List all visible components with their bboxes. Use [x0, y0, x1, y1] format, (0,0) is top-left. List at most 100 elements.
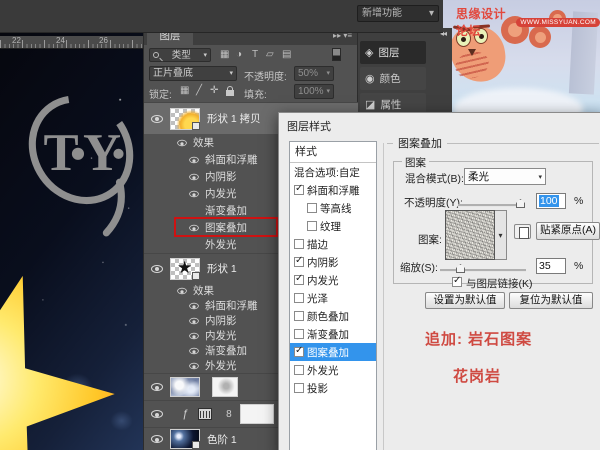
pattern-picker-arrow[interactable]: ▾: [495, 210, 507, 260]
horizontal-ruler: 22 24 26: [0, 36, 143, 49]
opacity-slider[interactable]: [458, 204, 524, 207]
workspace-switcher[interactable]: 新增功能 ▾: [357, 5, 439, 22]
layer-mask-thumbnail[interactable]: [240, 404, 274, 424]
style-item-pattern-overlay[interactable]: 图案叠加: [290, 343, 376, 361]
eye-icon[interactable]: [151, 115, 163, 123]
effect-label: 内阴影: [205, 313, 237, 328]
dock-button-layers[interactable]: ◈ 图层: [360, 41, 426, 64]
checkbox[interactable]: [294, 239, 304, 249]
filter-smartobject-icon[interactable]: ▤: [282, 49, 291, 60]
dock-button-color[interactable]: ◉ 颜色: [360, 67, 426, 90]
layer-thumbnail[interactable]: [170, 429, 200, 449]
style-item-color-overlay[interactable]: 颜色叠加: [290, 307, 376, 325]
checkbox[interactable]: [307, 221, 317, 231]
layer-mask-thumbnail[interactable]: [212, 377, 238, 397]
eye-icon[interactable]: [189, 173, 199, 179]
tutorial-annotation-1: 追加: 岩石图案: [425, 328, 532, 349]
levels-adjustment-icon[interactable]: [198, 408, 212, 420]
properties-icon: ◪: [365, 98, 375, 111]
opacity-slider-thumb[interactable]: [516, 199, 525, 208]
style-item-bevel[interactable]: 斜面和浮雕: [290, 181, 376, 199]
checkbox[interactable]: [294, 365, 304, 375]
cloud-shape: [453, 88, 583, 114]
opacity-label: 不透明度:: [244, 68, 287, 83]
eye-icon[interactable]: [151, 410, 163, 418]
link-with-layer-label: 与图层链接(K): [466, 276, 533, 291]
eye-icon[interactable]: [189, 317, 199, 323]
blend-mode-select[interactable]: 正片叠底 ▾: [149, 66, 237, 81]
snap-to-origin-button[interactable]: 贴紧原点(A): [536, 222, 600, 240]
lock-pixels-icon[interactable]: ╱: [196, 85, 202, 96]
checkbox[interactable]: [294, 383, 304, 393]
fill-value[interactable]: 100% ▾: [294, 84, 334, 99]
checkbox[interactable]: [294, 257, 304, 267]
chevron-down-icon: ▾: [429, 6, 434, 21]
style-item-texture[interactable]: 纹理: [290, 217, 376, 235]
scale-field[interactable]: 35: [536, 258, 566, 274]
eye-icon[interactable]: [151, 435, 163, 443]
group-title: 图案叠加: [387, 135, 599, 151]
layer-filter-combo[interactable]: 类型 ▾: [149, 48, 211, 62]
set-default-button[interactable]: 设置为默认值: [425, 292, 505, 309]
style-item-outer-glow[interactable]: 外发光: [290, 361, 376, 379]
lock-transparency-icon[interactable]: ▦: [180, 85, 189, 96]
checkbox[interactable]: [307, 203, 317, 213]
style-item-gradient-overlay[interactable]: 渐变叠加: [290, 325, 376, 343]
eye-icon[interactable]: [177, 287, 187, 293]
eye-icon[interactable]: [189, 190, 199, 196]
eye-icon[interactable]: [189, 156, 199, 162]
filter-toggle-icon[interactable]: [332, 48, 341, 61]
checkbox[interactable]: [294, 329, 304, 339]
style-item-stroke[interactable]: 描边: [290, 235, 376, 253]
checkbox[interactable]: [294, 311, 304, 321]
opacity-field[interactable]: 100: [536, 193, 566, 209]
style-item-inner-shadow[interactable]: 内阴影: [290, 253, 376, 271]
lock-all-icon[interactable]: [226, 90, 234, 96]
styles-listbox: 样式 混合选项:自定 斜面和浮雕 等高线 纹理 描边 内阴影: [289, 141, 377, 450]
chevron-down-icon: ▾: [229, 67, 233, 80]
scale-label: 缩放(S):: [400, 260, 438, 275]
filter-adjustment-icon[interactable]: ◑: [236, 49, 242, 60]
eye-icon[interactable]: [151, 383, 163, 391]
style-item-satin[interactable]: 光泽: [290, 289, 376, 307]
style-item-inner-glow[interactable]: 内发光: [290, 271, 376, 289]
style-item-drop-shadow[interactable]: 投影: [290, 379, 376, 397]
chevron-down-icon: ▾: [203, 49, 207, 62]
opacity-value[interactable]: 50% ▾: [294, 66, 334, 81]
eye-icon[interactable]: [189, 302, 199, 308]
checkbox[interactable]: [294, 293, 304, 303]
divider: [383, 143, 384, 450]
scale-slider-thumb[interactable]: [456, 264, 465, 273]
layer-thumbnail[interactable]: [170, 108, 200, 130]
layer-thumbnail[interactable]: [170, 377, 200, 397]
layer-thumbnail[interactable]: [170, 258, 200, 280]
blend-mode-select[interactable]: 柔光 ▾: [464, 168, 546, 185]
checkbox[interactable]: [294, 185, 304, 195]
eye-icon[interactable]: [189, 347, 199, 353]
new-pattern-button[interactable]: [514, 224, 531, 239]
dialog-title: 图层样式: [287, 118, 331, 134]
scale-slider[interactable]: [440, 269, 526, 272]
photoshop-window: 新增功能 ▾ 22 24 26 T Y: [0, 0, 600, 450]
lock-position-icon[interactable]: ✛: [210, 85, 218, 96]
filter-shape-icon[interactable]: ▱: [266, 49, 274, 60]
layer-name: 色阶 1: [207, 432, 237, 447]
layer-style-dialog: 图层样式 样式 混合选项:自定 斜面和浮雕 等高线 纹理 描边: [278, 112, 600, 450]
eye-icon[interactable]: [189, 332, 199, 338]
color-icon: ◉: [365, 72, 375, 85]
style-item-contour[interactable]: 等高线: [290, 199, 376, 217]
style-item-blending-options[interactable]: 混合选项:自定: [290, 163, 376, 181]
link-with-layer-checkbox[interactable]: [452, 277, 462, 287]
pattern-thumbnail[interactable]: [445, 210, 495, 260]
eye-icon[interactable]: [177, 139, 187, 145]
filter-pixel-icon[interactable]: ▦: [220, 49, 229, 60]
eye-icon[interactable]: [189, 362, 199, 368]
watermark-site-name: 思缘设计论坛: [456, 5, 513, 39]
checkbox[interactable]: [294, 347, 304, 357]
filter-type-icon[interactable]: T: [252, 49, 258, 60]
eye-icon[interactable]: [151, 265, 163, 273]
effect-label: 内阴影: [205, 169, 237, 184]
fill-label: 填充:: [244, 86, 267, 101]
reset-default-button[interactable]: 复位为默认值: [509, 292, 593, 309]
checkbox[interactable]: [294, 275, 304, 285]
